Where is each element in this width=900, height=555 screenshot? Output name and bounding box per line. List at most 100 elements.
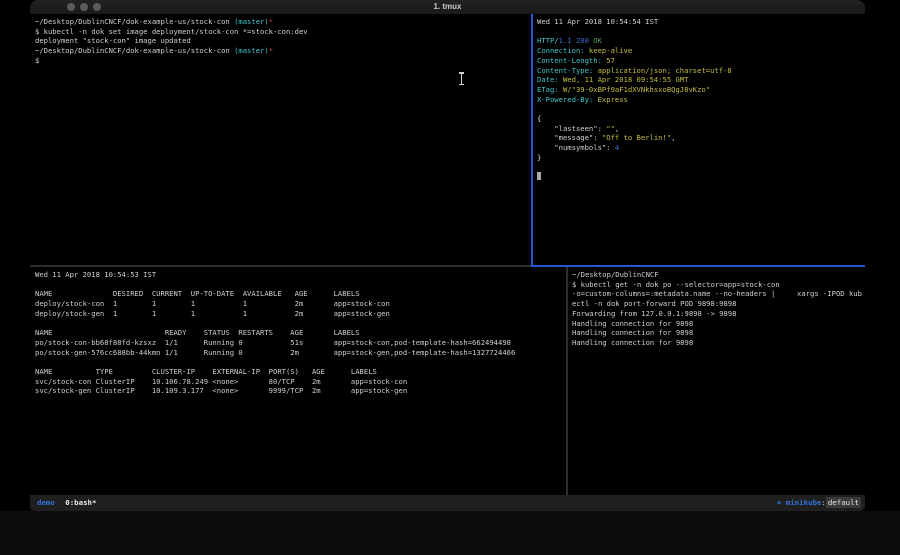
tmux-session-name: demo — [37, 498, 55, 507]
terminal-line: $ kubectl get -n dok po --selector=app=s… — [572, 280, 865, 290]
tmux-window-item[interactable]: 0:bash* — [65, 498, 96, 507]
terminal-line: Date: Wed, 11 Apr 2018 09:54:55 GMT — [537, 75, 865, 85]
terminal-text: (master) — [234, 46, 269, 55]
tmux-session: ~/Desktop/DublinCNCF/dok-example-us/stoc… — [30, 14, 865, 495]
terminal-text: ~/Desktop/DublinCNCF/dok-example-us/stoc… — [35, 46, 234, 55]
terminal-text: ~/Desktop/DublinCNCF — [572, 270, 659, 279]
terminal-text: deploy/stock-con 1 1 1 1 2m app=stock-co… — [35, 299, 390, 308]
terminal-text: $ kubectl -n dok set image deployment/st… — [35, 27, 308, 36]
terminal-text: Wed 11 Apr 2018 10:54:54 IST — [537, 17, 658, 26]
terminal-line — [35, 319, 566, 329]
window-titlebar[interactable]: 1. tmux — [30, 0, 865, 14]
terminal-text: NAME TYPE CLUSTER-IP EXTERNAL-IP PORT(S)… — [35, 367, 377, 376]
terminal-text: po/stock-con-bb68f88fd-kzsxz 1/1 Running… — [35, 338, 511, 347]
terminal-text: Handling connection for 9898 — [572, 328, 693, 337]
terminal-line: ~/Desktop/DublinCNCF/dok-example-us/stoc… — [35, 46, 531, 56]
terminal-line: } — [537, 153, 865, 163]
terminal-line: Handling connection for 9898 — [572, 319, 865, 329]
terminal-text: Handling connection for 9898 — [572, 319, 693, 328]
pane-divider-horizontal-right-active[interactable] — [531, 265, 865, 267]
pane-bottom-left[interactable]: Wed 11 Apr 2018 10:54:53 IST NAME DESIRE… — [30, 267, 566, 495]
terminal-text: , — [615, 124, 619, 133]
terminal-text: } — [537, 153, 541, 162]
terminal-line: ETag: W/"39-0xBPf9aF1dXVNkhsxoBQgJ8vKzo" — [537, 85, 865, 95]
terminal-text: Content-Type: — [537, 66, 593, 75]
terminal-text: 57 — [602, 56, 615, 65]
mouse-cursor — [458, 72, 464, 85]
terminal-line: Handling connection for 9898 — [572, 328, 865, 338]
terminal-line: deploy/stock-gen 1 1 1 1 2m app=stock-ge… — [35, 309, 566, 319]
window-title: 1. tmux — [30, 0, 865, 14]
terminal-line — [537, 172, 865, 182]
terminal-text: "message": — [537, 133, 602, 142]
terminal-line: HTTP/1.1 200 OK — [537, 36, 865, 46]
terminal-text: * — [269, 46, 273, 55]
terminal-text: * — [269, 17, 273, 26]
terminal-text: { — [537, 114, 541, 123]
terminal-text: "" — [606, 124, 615, 133]
terminal-text: 4 — [615, 143, 619, 152]
terminal-line — [537, 27, 865, 37]
terminal-text: svc/stock-con ClusterIP 10.106.78.249 <n… — [35, 377, 407, 386]
terminal-text: Handling connection for 9898 — [572, 338, 693, 347]
terminal-line: X-Powered-By: Express — [537, 95, 865, 105]
terminal-cursor — [537, 172, 541, 180]
kubernetes-helm-icon: ⎈ — [777, 498, 781, 507]
terminal-text: NAME READY STATUS RESTARTS AGE LABELS — [35, 328, 360, 337]
terminal-line: deploy/stock-con 1 1 1 1 2m app=stock-co… — [35, 299, 566, 309]
terminal-line: po/stock-con-bb68f88fd-kzsxz 1/1 Running… — [35, 338, 566, 348]
terminal-line: ~/Desktop/DublinCNCF/dok-example-us/stoc… — [35, 17, 531, 27]
pane-divider-vertical-top[interactable] — [531, 14, 533, 265]
terminal-text: W/"39-0xBPf9aF1dXVNkhsxoBQgJ8vKzo" — [559, 85, 710, 94]
terminal-text: deploy/stock-gen 1 1 1 1 2m app=stock-ge… — [35, 309, 390, 318]
terminal-line: Handling connection for 9898 — [572, 338, 865, 348]
terminal-text: -o=custom-columns=:metadata.name --no-he… — [572, 289, 862, 298]
kube-namespace: default — [826, 497, 861, 508]
terminal-line: Wed 11 Apr 2018 10:54:53 IST — [35, 270, 566, 280]
terminal-line: "lastseen": "", — [537, 124, 865, 134]
terminal-line: Content-Length: 57 — [537, 56, 865, 66]
terminal-line: Connection: keep-alive — [537, 46, 865, 56]
terminal-text: Wed, 11 Apr 2018 09:54:55 GMT — [559, 75, 689, 84]
desktop-background-strip — [0, 511, 900, 555]
terminal-line: $ kubectl -n dok set image deployment/st… — [35, 27, 531, 37]
terminal-text: $ kubectl get -n dok po --selector=app=s… — [572, 280, 780, 289]
terminal-text: keep-alive — [585, 46, 633, 55]
terminal-text: svc/stock-gen ClusterIP 10.109.3.177 <no… — [35, 386, 407, 395]
terminal-line: Forwarding from 127.0.0.1:9898 -> 9898 — [572, 309, 865, 319]
terminal-line: ~/Desktop/DublinCNCF — [572, 270, 865, 280]
terminal-line: "message": "Off to Berlin!", — [537, 133, 865, 143]
terminal-line: $ — [35, 56, 531, 66]
terminal-line — [35, 357, 566, 367]
terminal-line: NAME TYPE CLUSTER-IP EXTERNAL-IP PORT(S)… — [35, 367, 566, 377]
terminal-text: ~/Desktop/DublinCNCF/dok-example-us/stoc… — [35, 17, 234, 26]
terminal-text: ectl -n dok port-forward POD 9898:9898 — [572, 299, 736, 308]
terminal-text: deployment "stock-con" image updated — [35, 36, 191, 45]
terminal-line — [35, 280, 566, 290]
terminal-line: Content-Type: application/json; charset=… — [537, 66, 865, 76]
terminal-text: 1.1 200 — [559, 36, 589, 45]
terminal-text: "Off to Berlin!" — [602, 133, 671, 142]
terminal-text: Date: — [537, 75, 559, 84]
terminal-text: Forwarding from 127.0.0.1:9898 -> 9898 — [572, 309, 736, 318]
pane-divider-horizontal-left[interactable] — [30, 265, 531, 267]
terminal-text: application/json; charset=utf-8 — [593, 66, 731, 75]
terminal-text: Express — [593, 95, 628, 104]
terminal-text: $ — [35, 56, 39, 65]
terminal-line: { — [537, 114, 865, 124]
tmux-status-bar: demo 0:bash* ⎈ minikube:default — [30, 495, 865, 511]
terminal-text: "lastseen": — [537, 124, 606, 133]
terminal-line: NAME DESIRED CURRENT UP-TO-DATE AVAILABL… — [35, 289, 566, 299]
terminal-text: , — [671, 133, 675, 142]
pane-top-right[interactable]: Wed 11 Apr 2018 10:54:54 IST HTTP/1.1 20… — [533, 14, 865, 265]
desktop: 1. tmux ~/Desktop/DublinCNCF/dok-example… — [0, 0, 900, 555]
pane-bottom-right[interactable]: ~/Desktop/DublinCNCF$ kubectl get -n dok… — [568, 267, 865, 495]
pane-divider-vertical-bottom[interactable] — [566, 267, 568, 495]
pane-top-left[interactable]: ~/Desktop/DublinCNCF/dok-example-us/stoc… — [30, 14, 531, 265]
terminal-line: svc/stock-gen ClusterIP 10.109.3.177 <no… — [35, 386, 566, 396]
terminal-text: po/stock-gen-576cc688bb-44kmn 1/1 Runnin… — [35, 348, 515, 357]
terminal-text: Wed 11 Apr 2018 10:54:53 IST — [35, 270, 156, 279]
terminal-line: "numsymbols": 4 — [537, 143, 865, 153]
terminal-line — [537, 163, 865, 173]
terminal-text: OK — [593, 36, 602, 45]
